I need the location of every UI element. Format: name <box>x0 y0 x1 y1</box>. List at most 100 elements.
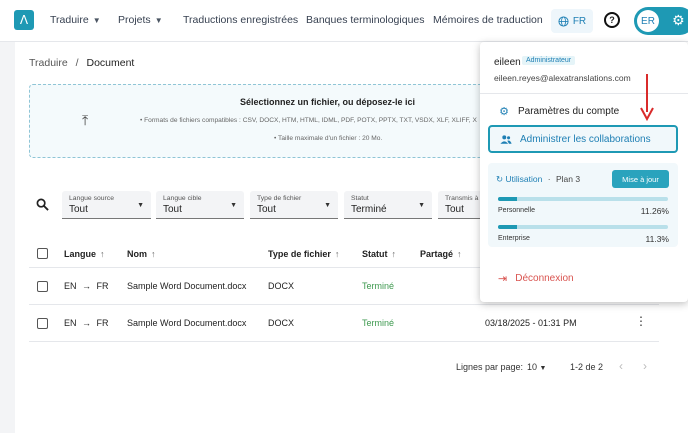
nav-item-label: Traduire <box>50 14 89 26</box>
sort-arrow-icon: ↑ <box>100 249 105 259</box>
column-header-shared[interactable]: Partagé ↑ <box>420 249 462 259</box>
row-status: Terminé <box>362 318 395 328</box>
logout-button[interactable]: ⇥ Déconnexion <box>498 272 574 285</box>
avatar: ER <box>637 10 659 32</box>
breadcrumb-root[interactable]: Traduire <box>29 57 68 69</box>
more-options-icon[interactable]: ⋮ <box>635 314 647 328</box>
user-menu-button[interactable]: ER ⚙ <box>634 7 688 35</box>
logout-label: Déconnexion <box>515 273 574 284</box>
column-header-language[interactable]: Langue ↑ <box>64 249 105 259</box>
dropzone-max-size: • Taille maximale d'un fichier : 20 Mo. <box>274 135 383 142</box>
app-logo[interactable]: Λ <box>14 10 34 30</box>
sort-arrow-icon: ↑ <box>334 249 340 259</box>
refresh-icon: ↻ <box>496 175 504 185</box>
row-file-type: DOCX <box>268 281 295 291</box>
filter-status[interactable]: Statut Terminé ▼ <box>344 191 432 219</box>
filter-target-language[interactable]: Langue cible Tout ▼ <box>156 191 244 219</box>
language-selector[interactable]: FR <box>551 9 593 33</box>
column-header-name[interactable]: Nom ↑ <box>127 249 156 259</box>
filter-label: Type de fichier <box>257 195 302 202</box>
upgrade-button[interactable]: Mise à jour <box>612 170 669 188</box>
usage-bar-enterprise <box>498 225 668 229</box>
breadcrumb-separator: / <box>75 57 79 69</box>
sort-arrow-icon: ↑ <box>457 249 462 259</box>
prev-page-icon[interactable]: ‹ <box>619 359 623 373</box>
row-file-name[interactable]: Sample Word Document.docx <box>127 318 246 328</box>
select-all-checkbox[interactable] <box>37 248 48 259</box>
nav-item-banques-terminologiques[interactable]: Banques terminologiques <box>306 14 425 26</box>
filter-file-type[interactable]: Type de fichier Tout ▼ <box>250 191 338 219</box>
row-language: EN → FR <box>64 281 109 291</box>
help-icon[interactable]: ? <box>604 12 620 28</box>
filter-label: Transmis à <box>445 195 479 202</box>
usage-percent-enterprise: 11.3% <box>645 234 669 244</box>
filter-value: Tout <box>163 204 182 215</box>
row-language: EN → FR <box>64 318 109 328</box>
manage-collaborations-item[interactable]: Administrer les collaborations <box>488 125 678 153</box>
breadcrumb: Traduire / Document <box>29 57 134 69</box>
account-name: eileen <box>494 57 521 68</box>
menu-item-label: Administrer les collaborations <box>520 133 651 145</box>
globe-icon <box>558 15 569 27</box>
table-row[interactable]: EN → FR Sample Word Document.docx DOCX T… <box>29 305 659 342</box>
breadcrumb-current: Document <box>86 57 135 69</box>
role-badge: Administrateur <box>522 56 576 65</box>
usage-percent-personal: 11.26% <box>640 206 669 216</box>
nav-item-traductions-enregistrees[interactable]: Traductions enregistrées <box>183 14 298 26</box>
row-status: Terminé <box>362 281 395 291</box>
chevron-down-icon: ▼ <box>324 202 331 209</box>
row-checkbox[interactable] <box>37 281 48 292</box>
chevron-down-icon: ▼ <box>418 202 425 209</box>
divider <box>480 93 688 94</box>
filter-label: Langue source <box>69 195 114 202</box>
nav-item-traduire[interactable]: Traduire ▼ <box>50 14 101 26</box>
nav-item-projets[interactable]: Projets ▼ <box>118 14 163 26</box>
nav-item-label: Mémoires de traduction <box>433 14 543 26</box>
rows-per-page-label: Lignes par page: <box>456 362 524 372</box>
filter-label: Langue cible <box>163 195 202 202</box>
gear-icon: ⚙ <box>499 104 509 118</box>
chevron-down-icon: ▼ <box>137 202 144 209</box>
chevron-down-icon: ▼ <box>230 202 237 209</box>
usage-label-personal: Personnelle <box>498 207 535 214</box>
column-header-file-type[interactable]: Type de fichier ↑ <box>268 249 339 259</box>
column-header-status[interactable]: Statut ↑ <box>362 249 396 259</box>
usage-bar-personal <box>498 197 668 201</box>
filter-value: Tout <box>257 204 276 215</box>
row-date: 03/18/2025 - 01:31 PM <box>485 318 577 328</box>
filter-label: Statut <box>351 195 369 202</box>
filter-value: Terminé <box>351 204 387 215</box>
pagination-range: 1-2 de 2 <box>570 362 604 372</box>
row-file-name[interactable]: Sample Word Document.docx <box>127 281 246 291</box>
filter-value: Tout <box>445 204 464 215</box>
usage-panel: ↻ Utilisation · Plan 3 Mise à jour Perso… <box>488 163 678 247</box>
row-checkbox[interactable] <box>37 318 48 329</box>
filter-source-language[interactable]: Langue source Tout ▼ <box>62 191 151 219</box>
chevron-down-icon: ▼ <box>154 15 163 25</box>
language-code: FR <box>572 15 587 27</box>
gear-icon: ⚙ <box>672 13 685 29</box>
account-email: eileen.reyes@alexatranslations.com <box>494 73 631 83</box>
menu-item-label: Paramètres du compte <box>518 105 620 117</box>
top-navigation: Λ Traduire ▼ Projets ▼ Traductions enreg… <box>0 0 688 42</box>
search-button[interactable] <box>29 190 55 218</box>
users-icon <box>500 134 512 144</box>
usage-label-enterprise: Enterprise <box>498 235 530 242</box>
nav-item-label: Projets <box>118 14 151 26</box>
dropzone-title: Sélectionnez un fichier, ou déposez-le i… <box>240 97 416 107</box>
nav-item-label: Banques terminologiques <box>306 14 425 26</box>
annotation-arrow-icon <box>640 74 654 122</box>
upload-icon: ⤒ <box>82 113 89 129</box>
dropzone-formats: • Formats de fichiers compatibles : CSV,… <box>140 117 477 124</box>
next-page-icon[interactable]: › <box>643 359 647 373</box>
rows-per-page-select[interactable]: 10 ▼ <box>527 362 546 372</box>
nav-item-label: Traductions enregistrées <box>183 14 299 26</box>
row-file-type: DOCX <box>268 318 295 328</box>
sort-arrow-icon: ↑ <box>391 249 397 259</box>
account-menu: eileen Administrateur eileen.reyes@alexa… <box>480 42 688 302</box>
file-dropzone[interactable]: ⤒ Sélectionnez un fichier, ou déposez-le… <box>29 84 489 158</box>
nav-item-memoires-de-traduction[interactable]: Mémoires de traduction <box>433 14 543 26</box>
filter-value: Tout <box>69 204 88 215</box>
usage-title: ↻ Utilisation · Plan 3 <box>496 174 581 185</box>
chevron-down-icon: ▼ <box>92 15 101 25</box>
